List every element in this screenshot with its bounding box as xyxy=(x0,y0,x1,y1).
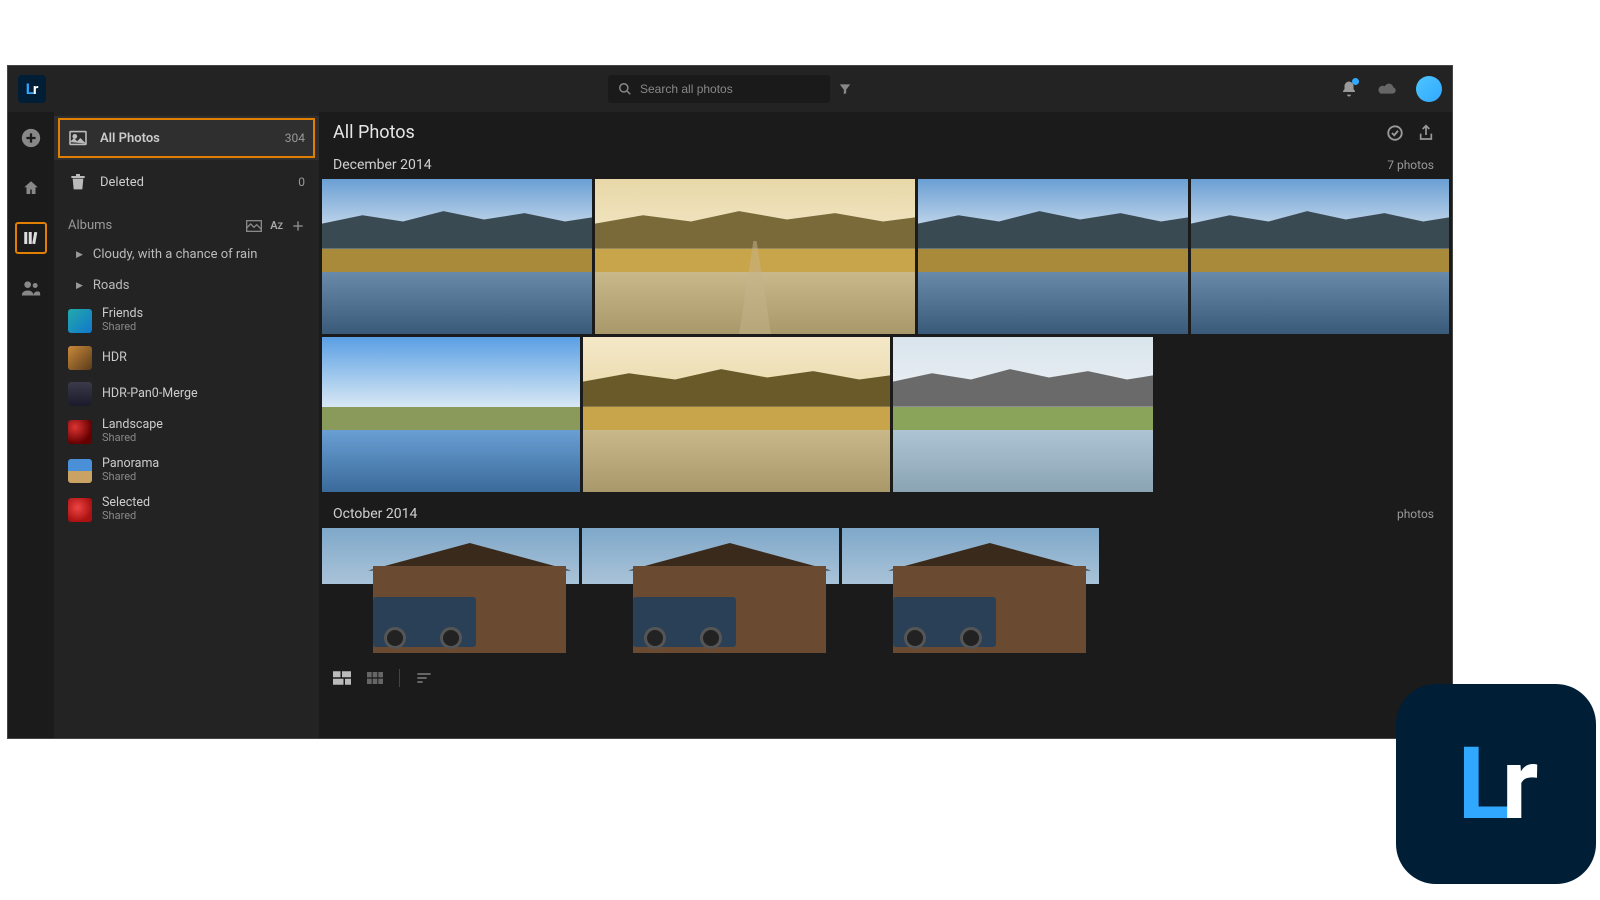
album-thumb xyxy=(68,420,92,444)
album-name: Friends xyxy=(102,307,143,321)
search-input[interactable] xyxy=(640,82,820,96)
album-thumb xyxy=(68,498,92,522)
album-name: HDR-Pan0-Merge xyxy=(102,387,198,401)
photo-thumbnail[interactable] xyxy=(322,337,580,492)
album-meta: Shared xyxy=(102,432,163,445)
plus-circle-icon xyxy=(20,127,42,149)
album-thumb xyxy=(68,382,92,406)
section-header-dec: December 2014 7 photos xyxy=(319,149,1452,179)
photo-thumbnail[interactable] xyxy=(918,179,1188,334)
cloud-sync-icon[interactable] xyxy=(1376,80,1398,98)
photo-thumbnail[interactable] xyxy=(322,179,592,334)
album-thumb xyxy=(68,346,92,370)
album-folder-roads[interactable]: ▶ Roads xyxy=(54,270,319,301)
albums-header: Albums AZ xyxy=(54,204,319,239)
grid-view-large-icon[interactable] xyxy=(333,671,351,685)
album-item[interactable]: PanoramaShared xyxy=(54,451,319,490)
photo-thumbnail[interactable] xyxy=(1191,179,1449,334)
sidebar-all-photos-count: 304 xyxy=(285,131,305,145)
album-item[interactable]: FriendsShared xyxy=(54,301,319,340)
user-avatar[interactable] xyxy=(1416,76,1442,102)
section-label: October 2014 xyxy=(333,506,1397,522)
photo-grid-dec xyxy=(319,179,1452,498)
left-panel: All Photos 304 Deleted 0 Albums AZ xyxy=(54,112,319,738)
album-item[interactable]: HDR xyxy=(54,340,319,376)
album-folder-label: Roads xyxy=(93,278,130,293)
topbar: Lr xyxy=(8,66,1452,112)
main-header: All Photos xyxy=(319,112,1452,149)
filter-icon[interactable] xyxy=(838,82,852,96)
left-rail xyxy=(8,112,54,738)
album-item[interactable]: HDR-Pan0-Merge xyxy=(54,376,319,412)
photo-grid-oct xyxy=(319,528,1452,659)
add-album-icon[interactable] xyxy=(291,219,305,233)
album-thumb xyxy=(68,459,92,483)
album-item[interactable]: SelectedShared xyxy=(54,490,319,529)
photo-thumbnail[interactable] xyxy=(583,337,890,492)
library-icon xyxy=(22,229,40,247)
body-row: All Photos 304 Deleted 0 Albums AZ xyxy=(8,112,1452,738)
section-label: December 2014 xyxy=(333,157,1387,173)
sidebar-deleted-label: Deleted xyxy=(100,175,286,190)
album-meta: Shared xyxy=(102,471,159,484)
search-wrap xyxy=(608,75,852,103)
sort-icon[interactable] xyxy=(416,672,432,684)
album-meta: Shared xyxy=(102,510,150,523)
search-icon xyxy=(618,82,632,96)
sidebar-deleted-count: 0 xyxy=(298,175,305,189)
album-folder-label: Cloudy, with a chance of rain xyxy=(93,247,258,262)
album-thumb xyxy=(68,309,92,333)
share-icon[interactable] xyxy=(1418,124,1434,142)
add-button[interactable] xyxy=(15,122,47,154)
lightroom-badge: Lr xyxy=(1396,684,1596,884)
album-name: HDR xyxy=(102,351,127,365)
albums-list: FriendsSharedHDRHDR-Pan0-MergeLandscapeS… xyxy=(54,301,319,529)
chevron-right-icon: ▶ xyxy=(76,281,83,291)
album-name: Landscape xyxy=(102,418,163,432)
photo-thumbnail[interactable] xyxy=(842,528,1099,653)
sidebar-all-photos-label: All Photos xyxy=(100,131,273,146)
home-button[interactable] xyxy=(15,172,47,204)
app-logo: Lr xyxy=(18,75,46,103)
photo-thumbnail[interactable] xyxy=(582,528,839,653)
chevron-right-icon: ▶ xyxy=(76,250,83,260)
albums-header-label: Albums xyxy=(68,218,112,233)
app-window: Lr xyxy=(7,65,1453,739)
album-item[interactable]: LandscapeShared xyxy=(54,412,319,451)
photo-thumbnail[interactable] xyxy=(893,337,1153,492)
select-all-icon[interactable] xyxy=(1386,124,1404,142)
album-folder-cloudy[interactable]: ▶ Cloudy, with a chance of rain xyxy=(54,239,319,270)
search-box[interactable] xyxy=(608,75,830,103)
sidebar-item-deleted[interactable]: Deleted 0 xyxy=(54,160,319,204)
topbar-right xyxy=(1340,76,1442,102)
people-icon xyxy=(21,279,41,297)
section-count: photos xyxy=(1397,507,1434,521)
notifications-button[interactable] xyxy=(1340,80,1358,98)
separator xyxy=(399,669,400,687)
album-name: Panorama xyxy=(102,457,159,471)
sort-az-icon[interactable]: AZ xyxy=(270,219,283,232)
album-meta: Shared xyxy=(102,321,143,334)
grid-view-small-icon[interactable] xyxy=(367,671,383,685)
photo-thumbnail[interactable] xyxy=(595,179,915,334)
sidebar-item-all-photos[interactable]: All Photos 304 xyxy=(54,116,319,160)
page-title: All Photos xyxy=(333,122,1372,143)
bottom-toolbar xyxy=(319,659,1452,697)
panorama-merge-icon[interactable] xyxy=(246,220,262,232)
library-button[interactable] xyxy=(15,222,47,254)
notification-dot xyxy=(1352,78,1359,85)
people-button[interactable] xyxy=(15,272,47,304)
main-area: All Photos December 2014 7 photos Octobe… xyxy=(319,112,1452,738)
section-count: 7 photos xyxy=(1387,158,1434,172)
section-header-oct: October 2014 photos xyxy=(319,498,1452,528)
photo-icon xyxy=(68,130,88,146)
photo-thumbnail[interactable] xyxy=(322,528,579,653)
home-icon xyxy=(22,179,40,197)
trash-icon xyxy=(68,174,88,190)
album-name: Selected xyxy=(102,496,150,510)
